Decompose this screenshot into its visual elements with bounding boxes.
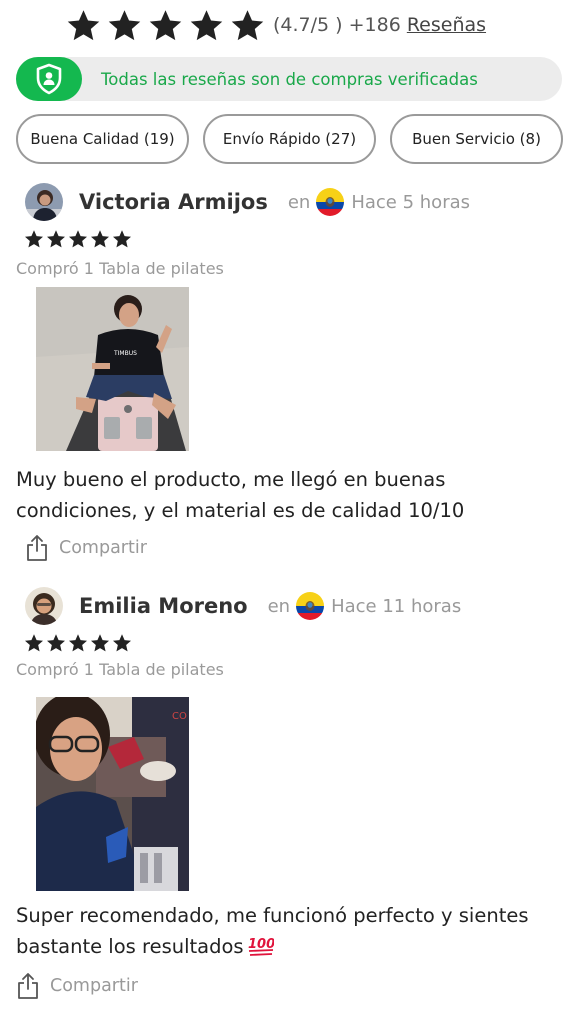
rating-value: (4.7/5 ) (273, 14, 343, 36)
share-icon (25, 534, 49, 562)
review-count: +186 (348, 14, 401, 36)
filter-chips: Buena Calidad (19) Envío Rápido (27) Bue… (16, 114, 563, 164)
in-label: en (287, 191, 311, 213)
review-time: Hace 11 horas (331, 595, 462, 617)
share-button[interactable]: Compartir (25, 534, 147, 562)
purchase-info: Compró 1 Tabla de pilates (16, 259, 224, 278)
ecuador-flag-icon (316, 188, 344, 216)
verified-text: Todas las reseñas son de compras verific… (101, 69, 478, 89)
share-icon (16, 972, 40, 1000)
reviewer-name: Victoria Armijos (79, 190, 268, 214)
star-icon (68, 633, 88, 653)
review-time: Hace 5 horas (351, 191, 471, 213)
share-button[interactable]: Compartir (16, 972, 138, 1000)
in-label: en (267, 595, 291, 617)
star-icon (24, 229, 44, 249)
hundred-points-emoji-icon: 100 (248, 935, 274, 957)
ecuador-flag-icon (296, 592, 324, 620)
star-icon (66, 8, 101, 43)
reviews-link[interactable]: Reseñas (407, 14, 486, 36)
shield-user-icon (16, 57, 82, 101)
avatar (25, 587, 63, 625)
review-stars (24, 229, 132, 249)
star-icon (24, 633, 44, 653)
review-text: Super recomendado, me funcionó perfecto … (16, 900, 556, 962)
star-icon (90, 229, 110, 249)
review-header: Emilia Moreno en Hace 11 horas (25, 587, 461, 625)
verified-purchases-banner: Todas las reseñas son de compras verific… (16, 57, 562, 101)
avatar (25, 183, 63, 221)
share-label: Compartir (50, 976, 138, 996)
review-photo[interactable]: CO (36, 697, 189, 891)
chip-buen-servicio[interactable]: Buen Servicio (8) (390, 114, 563, 164)
star-icon (46, 633, 66, 653)
svg-text:TIMBUS: TIMBUS (113, 350, 137, 357)
star-icon (90, 633, 110, 653)
star-icon (46, 229, 66, 249)
review-text: Muy bueno el producto, me llegó en buena… (16, 468, 465, 522)
star-icon (112, 633, 132, 653)
chip-buena-calidad[interactable]: Buena Calidad (19) (16, 114, 189, 164)
svg-text:CO: CO (172, 711, 187, 722)
star-icon (189, 8, 224, 43)
review-stars (24, 633, 132, 653)
star-icon (230, 8, 265, 43)
star-icon (68, 229, 88, 249)
share-label: Compartir (59, 538, 147, 558)
star-icon (148, 8, 183, 43)
purchase-info: Compró 1 Tabla de pilates (16, 660, 224, 679)
review-header: Victoria Armijos en Hace 5 horas (25, 183, 470, 221)
chip-envio-rapido[interactable]: Envío Rápido (27) (203, 114, 376, 164)
review-photo[interactable]: TIMBUS (36, 287, 189, 451)
star-icon (112, 229, 132, 249)
rating-summary: (4.7/5 ) +186 Reseñas (273, 14, 486, 36)
reviewer-name: Emilia Moreno (79, 594, 248, 618)
rating-stars (66, 8, 265, 43)
overall-rating: (4.7/5 ) +186 Reseñas (66, 4, 486, 46)
star-icon (107, 8, 142, 43)
